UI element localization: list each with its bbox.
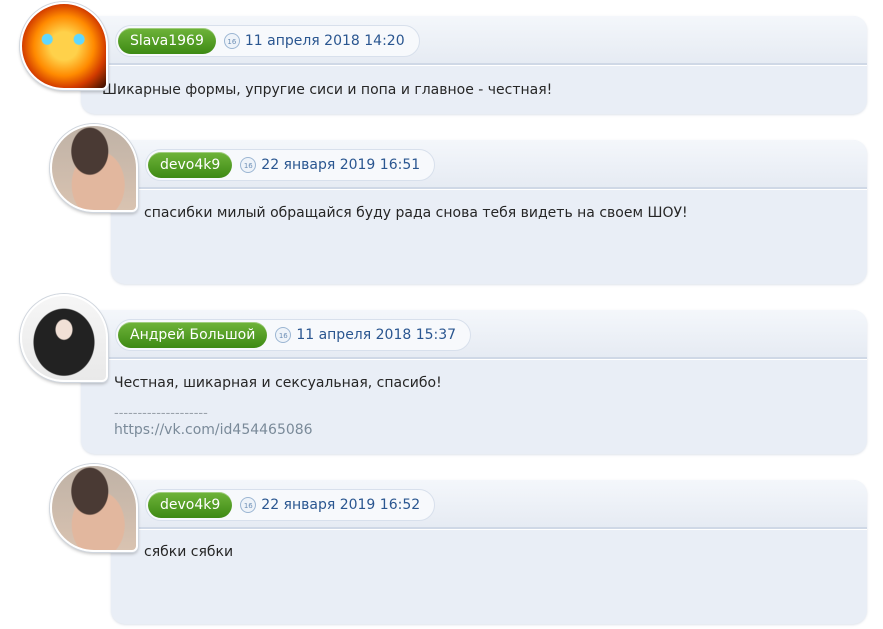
clock-icon: 16 [223,33,240,49]
author-link[interactable]: Slava1969 [118,28,216,54]
comment-meta: devo4k9 16 22 января 2019 16:51 [145,149,436,181]
hooded-man-avatar[interactable] [20,294,108,382]
fire-cat-avatar[interactable] [20,2,108,90]
signature-link[interactable]: https://vk.com/id454465086 [114,422,313,438]
comment-date: 22 января 2019 16:52 [261,497,421,513]
comment-meta: devo4k9 16 22 января 2019 16:52 [145,489,436,521]
comment-text: Честная, шикарная и сексуальная, спасибо… [114,375,442,391]
comment-date: 11 апреля 2018 15:37 [296,327,457,343]
author-link[interactable]: devo4k9 [148,492,233,518]
comment-date: 11 апреля 2018 14:20 [244,33,405,49]
comment-meta: Slava1969 16 11 апреля 2018 14:20 [115,25,420,57]
girl-avatar[interactable] [50,124,138,212]
comment-date: 22 января 2019 16:51 [261,157,421,173]
clock-icon: 16 [240,157,257,173]
author-link[interactable]: Андрей Большой [118,322,268,348]
comment-card: Андрей Большой 16 11 апреля 2018 15:37 Ч… [81,310,867,454]
clock-icon: 16 [240,497,257,513]
comment-text: Шикарные формы, упругие сиси и попа и гл… [102,82,553,98]
comment-card: devo4k9 16 22 января 2019 16:52 сябки ся… [111,480,867,624]
girl-avatar[interactable] [50,464,138,552]
signature-separator: -------------------- [114,406,208,421]
author-link[interactable]: devo4k9 [148,152,233,178]
comment-text: спасибки милый обращайся буду рада снова… [144,205,688,221]
clock-icon: 16 [275,327,292,343]
comment-meta: Андрей Большой 16 11 апреля 2018 15:37 [115,319,472,351]
comment-card: devo4k9 16 22 января 2019 16:51 спасибки… [111,140,867,284]
comment-card: Slava1969 16 11 апреля 2018 14:20 Шикарн… [81,16,867,114]
comment-text: сябки сябки [144,544,234,560]
